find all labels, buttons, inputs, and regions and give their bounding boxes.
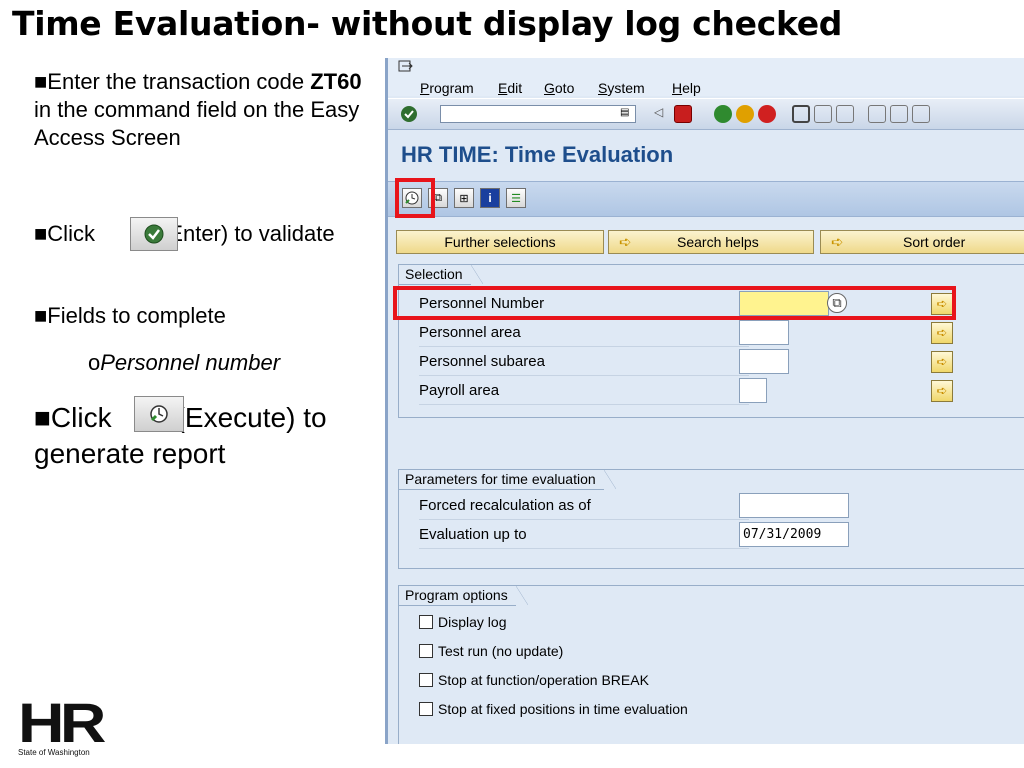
menu-bar: Program Edit Goto System Help [388,58,1024,96]
first-page-icon[interactable] [868,105,886,123]
next-page-icon[interactable] [912,105,930,123]
info-icon: i [488,191,492,205]
enter-icon[interactable] [400,105,418,123]
collapse-arrow-icon[interactable]: ◁ [654,105,663,119]
menu-program[interactable]: Program [420,80,474,96]
payroll-area-input[interactable] [739,378,767,403]
find-icon[interactable] [814,105,832,123]
search-helps-button[interactable]: ➪ Search helps [608,230,814,254]
command-history-icon[interactable]: ▤ [620,107,629,118]
sort-order-button[interactable]: ➪ Sort order [820,230,1024,254]
field-label-payroll-area: Payroll area [419,378,749,405]
slide-title: Time Evaluation- without display log che… [12,4,843,43]
command-field[interactable] [440,105,636,123]
execute-clock-icon [150,405,168,423]
checkbox[interactable] [419,702,433,716]
print-icon[interactable] [792,105,810,123]
option-stop-at-fixed-positions[interactable]: Stop at fixed positions in time evaluati… [419,701,688,717]
parameters-group-title: Parameters for time evaluation [399,470,616,490]
menu-help[interactable]: Help [672,80,701,96]
bullet-click-execute: ■Click (Execute) to generate report [34,402,327,469]
sub-bullet-personnel-number: oPersonnel number [88,350,281,375]
personnel-number-highlight [393,286,956,320]
payroll-area-range-arrow[interactable]: ➪ [931,380,953,402]
execute-button-illustration [134,396,184,432]
sap-window: Program Edit Goto System Help ▤ ◁ HR TIM… [385,58,1024,744]
field-label-forced-recalculation: Forced recalculation as of [419,493,749,520]
menu-goto[interactable]: Goto [544,80,574,96]
exit-icon[interactable] [736,105,754,123]
menu-system[interactable]: System [598,80,645,96]
standard-toolbar: ▤ ◁ [388,98,1024,130]
option-display-log[interactable]: Display log [419,614,506,630]
personnel-area-input[interactable] [739,320,789,345]
application-toolbar: ⧉ ⊞ i ☰ [388,181,1024,217]
personnel-subarea-input[interactable] [739,349,789,374]
menu-edit[interactable]: Edit [498,80,522,96]
bullet-enter-code: ■Enter the transaction code ZT60 in the … [34,69,362,150]
parameters-group: Parameters for time evaluation Forced re… [398,469,1024,569]
dynamic-selections-icon: ☰ [511,192,521,205]
arrow-right-icon: ➪ [619,234,632,251]
program-info-button[interactable]: i [480,188,500,208]
forced-recalculation-input[interactable] [739,493,849,518]
checkbox[interactable] [419,615,433,629]
option-test-run[interactable]: Test run (no update) [419,643,563,659]
field-label-personnel-subarea: Personnel subarea [419,349,749,376]
option-stop-at-break[interactable]: Stop at function/operation BREAK [419,672,649,688]
hr-logo: HR State of Washington [18,695,106,758]
save-icon[interactable] [674,105,692,123]
checkbox[interactable] [419,673,433,687]
personnel-subarea-range-arrow[interactable]: ➪ [931,351,953,373]
execute-highlight [395,178,435,218]
checkbox[interactable] [419,644,433,658]
transaction-code: ZT60 [310,69,362,94]
program-options-group-title: Program options [399,586,528,606]
bullet-click-enter: ■Click (Enter) to validate [34,221,335,246]
selection-options-button[interactable]: ⊞ [454,188,474,208]
logo-text: HR [18,691,106,754]
bullet-fields: ■Fields to complete [34,303,226,328]
evaluation-up-to-input[interactable]: 07/31/2009 [739,522,849,547]
window-menu-icon[interactable] [398,60,414,74]
previous-page-icon[interactable] [890,105,908,123]
field-label-evaluation-up-to: Evaluation up to [419,522,749,549]
variant-icon: ⧉ [434,191,442,204]
back-icon[interactable] [714,105,732,123]
selection-options-icon: ⊞ [459,192,469,205]
field-label-personnel-area: Personnel area [419,320,749,347]
selection-group-title: Selection [399,265,483,285]
screen-title: HR TIME: Time Evaluation [401,142,674,167]
arrow-right-icon: ➪ [831,234,844,251]
further-selections-button[interactable]: Further selections [396,230,604,254]
personnel-area-range-arrow[interactable]: ➪ [931,322,953,344]
program-options-group: Program options Display log Test run (no… [398,585,1024,744]
cancel-icon[interactable] [758,105,776,123]
find-next-icon[interactable] [836,105,854,123]
dynamic-selections-button[interactable]: ☰ [506,188,526,208]
enter-button-illustration [130,217,178,251]
enter-check-icon [144,224,164,244]
